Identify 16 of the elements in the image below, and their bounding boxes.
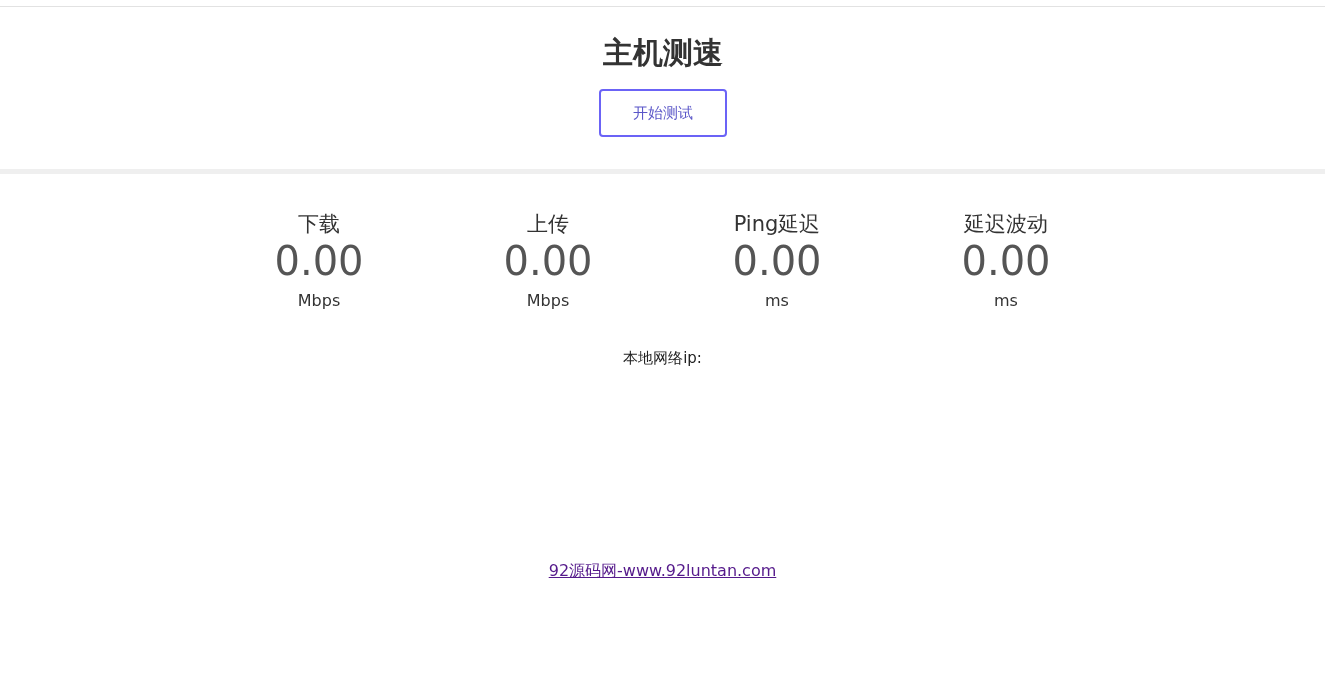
start-test-button[interactable]: 开始测试 — [598, 89, 727, 137]
metric-value: 0.00 — [274, 237, 364, 285]
metric-label: 上传 — [527, 211, 569, 237]
metric-value: 0.00 — [732, 237, 822, 285]
metric-unit: ms — [765, 291, 789, 311]
metric-unit: Mbps — [297, 291, 341, 311]
metric-unit: ms — [994, 291, 1018, 311]
metric-label: 延迟波动 — [964, 211, 1048, 237]
metric-value: 0.00 — [961, 237, 1051, 285]
page-title: 主机测速 — [602, 35, 723, 71]
footer-link[interactable]: 92源码网-www.92luntan.com — [548, 561, 777, 582]
metric-label: 下载 — [298, 211, 340, 237]
metric-label: Ping延迟 — [733, 211, 821, 237]
metric-value: 0.00 — [503, 237, 593, 285]
local-ip-label: 本地网络ip: — [623, 349, 702, 368]
metric-unit: Mbps — [526, 291, 570, 311]
